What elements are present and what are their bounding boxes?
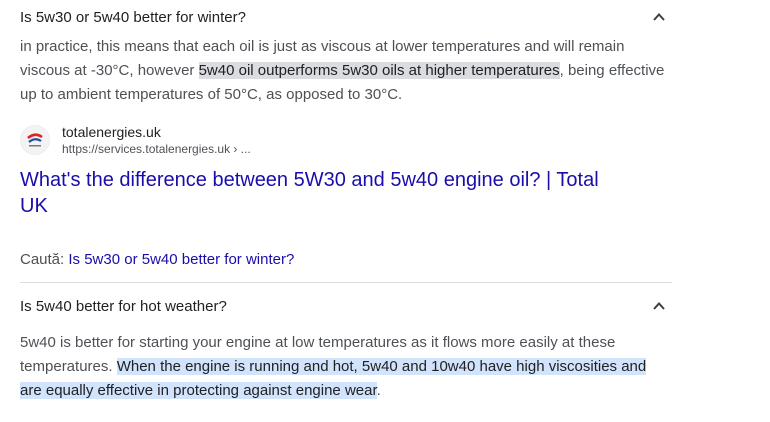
snippet-text: . bbox=[376, 382, 381, 399]
site-url: https://services.totalenergies.uk › ... bbox=[62, 142, 251, 156]
answer-snippet: in practice, this means that each oil is… bbox=[20, 35, 672, 107]
totalenergies-favicon-icon bbox=[20, 125, 50, 155]
source-attribution[interactable]: totalenergies.uk https://services.totale… bbox=[20, 123, 672, 157]
divider bbox=[20, 282, 672, 283]
search-label: Caută: bbox=[20, 251, 69, 268]
faq-panel: Is 5w30 or 5w40 better for winter? in pr… bbox=[20, 0, 672, 403]
chevron-up-icon[interactable] bbox=[652, 10, 666, 24]
question-text: Is 5w40 better for hot weather? bbox=[20, 297, 227, 315]
search-query-link[interactable]: Is 5w30 or 5w40 better for winter? bbox=[68, 251, 294, 268]
question-header-winter[interactable]: Is 5w30 or 5w40 better for winter? bbox=[20, 0, 672, 34]
question-header-hot-weather[interactable]: Is 5w40 better for hot weather? bbox=[20, 289, 672, 323]
snippet-highlight: 5w40 oil outperforms 5w30 oils at higher… bbox=[198, 62, 560, 79]
question-text: Is 5w30 or 5w40 better for winter? bbox=[20, 8, 246, 26]
answer-snippet: 5w40 is better for starting your engine … bbox=[20, 331, 672, 403]
result-title-link[interactable]: What's the difference between 5W30 and 5… bbox=[20, 167, 620, 219]
search-suggestion: Caută: Is 5w30 or 5w40 better for winter… bbox=[20, 251, 672, 268]
chevron-up-icon[interactable] bbox=[652, 299, 666, 313]
site-name: totalenergies.uk bbox=[62, 124, 161, 140]
